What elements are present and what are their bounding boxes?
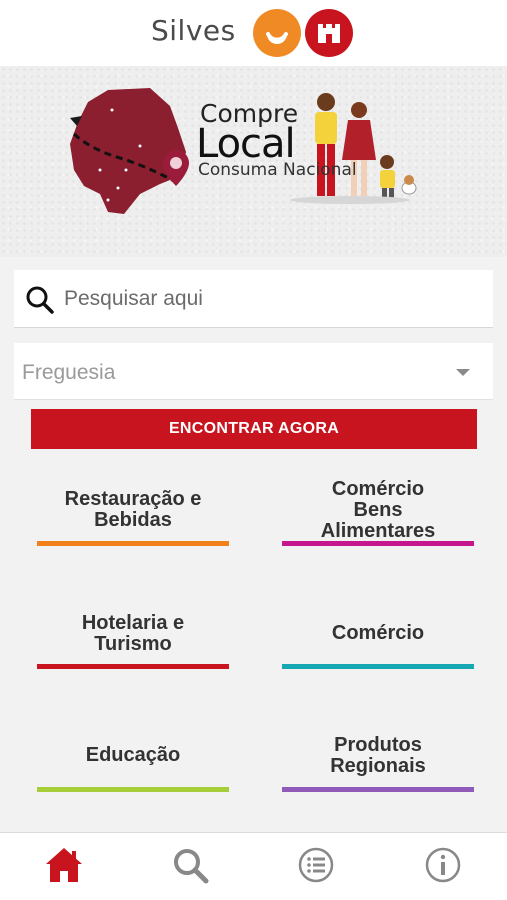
category-underline bbox=[282, 787, 474, 792]
home-icon[interactable] bbox=[44, 845, 84, 885]
crescent-logo-icon bbox=[253, 9, 301, 57]
dog-illustration bbox=[401, 175, 417, 195]
category-label: Educação bbox=[85, 744, 181, 766]
castle-logo-icon bbox=[305, 9, 353, 57]
category-label: Comércio Bens Alimentares bbox=[320, 478, 436, 542]
freguesia-select-value: Freguesia bbox=[22, 361, 116, 384]
category-underline bbox=[37, 664, 229, 669]
family-illustration bbox=[290, 93, 410, 204]
info-icon[interactable] bbox=[423, 845, 463, 885]
category-label: Produtos Regionais bbox=[330, 734, 426, 777]
search-icon[interactable] bbox=[170, 845, 210, 885]
category-comercio-bens-alimentares[interactable]: Comércio Bens Alimentares bbox=[282, 479, 474, 542]
category-underline bbox=[282, 541, 474, 546]
category-hotelaria[interactable]: Hotelaria e Turismo bbox=[37, 613, 229, 655]
search-icon bbox=[26, 286, 54, 314]
category-produtos-regionais[interactable]: Produtos Regionais bbox=[282, 735, 474, 777]
category-label: Hotelaria e Turismo bbox=[81, 612, 185, 655]
category-restauracao[interactable]: Restauração e Bebidas bbox=[37, 489, 229, 531]
category-label: Comércio bbox=[331, 622, 425, 644]
list-icon[interactable] bbox=[296, 845, 336, 885]
category-label: Restauração e Bebidas bbox=[64, 488, 202, 531]
category-underline bbox=[37, 787, 229, 792]
chevron-down-icon[interactable] bbox=[456, 369, 470, 376]
search-input[interactable] bbox=[64, 284, 484, 314]
banner-subtitle: Consuma Nacional bbox=[198, 160, 357, 180]
category-comercio[interactable]: Comércio bbox=[282, 623, 474, 644]
map-icon bbox=[70, 88, 186, 214]
category-underline bbox=[282, 664, 474, 669]
find-now-button[interactable]: ENCONTRAR AGORA bbox=[31, 409, 477, 449]
category-educacao[interactable]: Educação bbox=[37, 745, 229, 766]
brand-title: Silves bbox=[151, 14, 236, 47]
category-underline bbox=[37, 541, 229, 546]
